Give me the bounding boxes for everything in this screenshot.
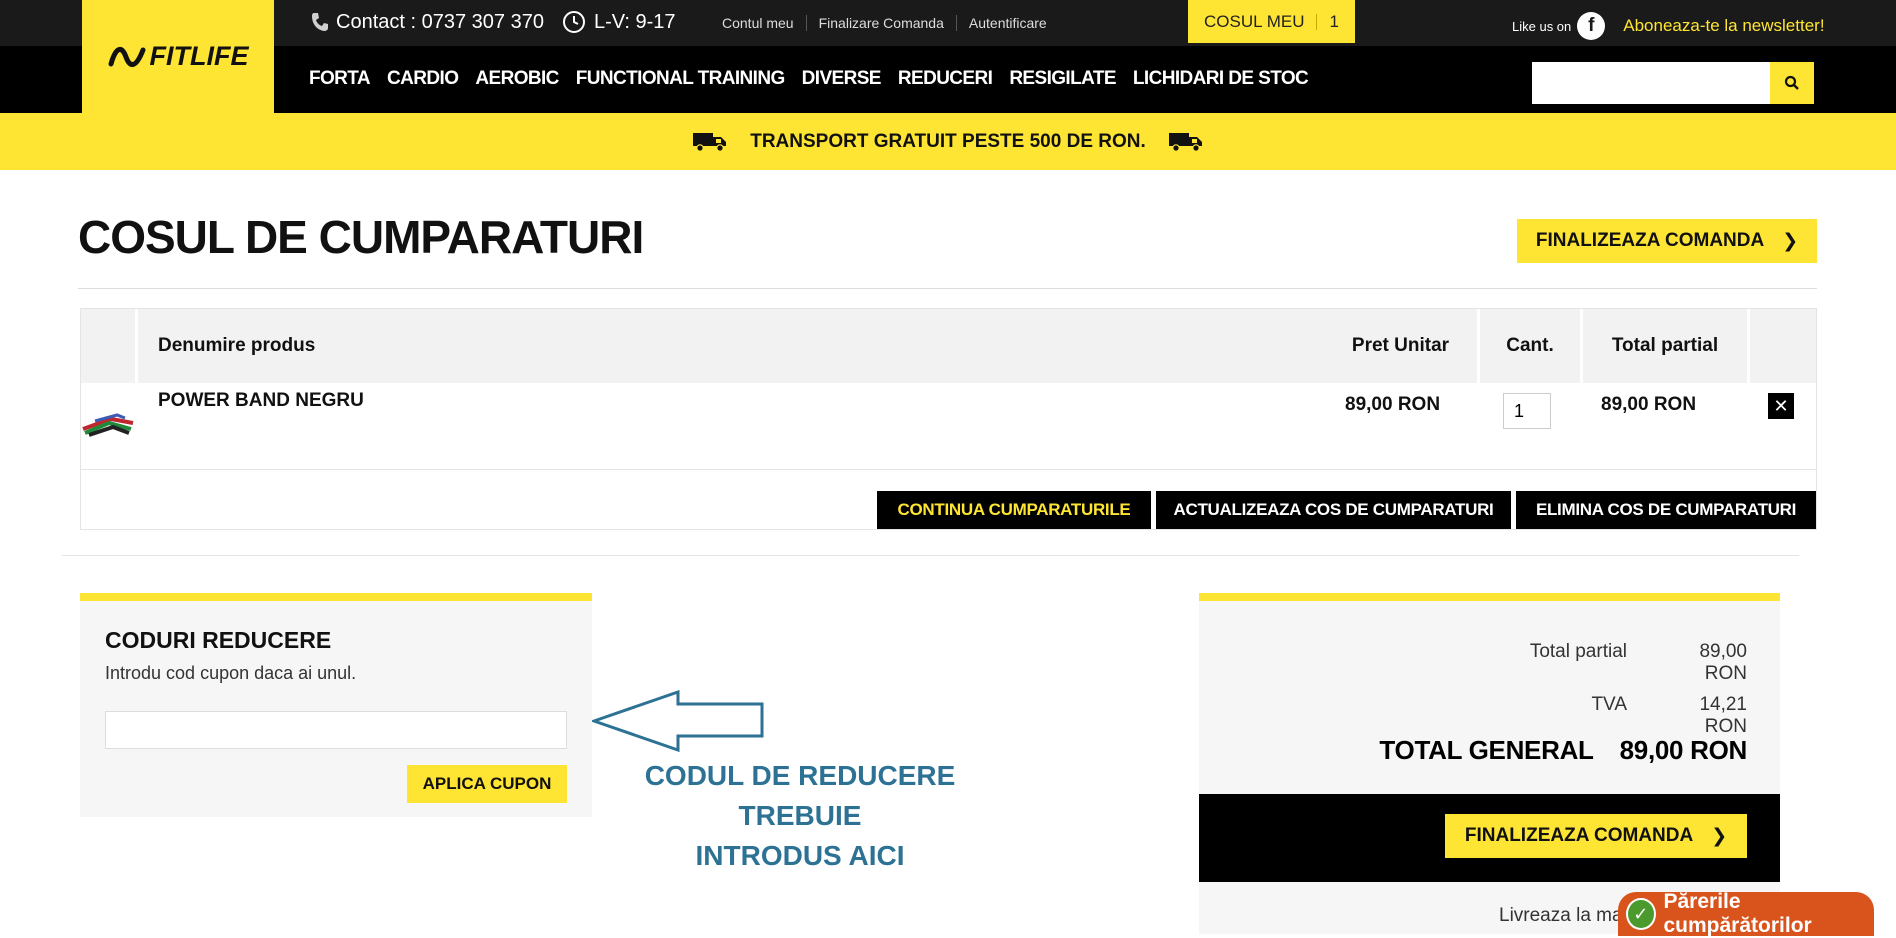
chevron-right-icon: ❯ bbox=[1782, 230, 1799, 252]
vat-label: TVA bbox=[1591, 694, 1627, 715]
brand-name: FITLIFE bbox=[149, 41, 249, 71]
link-checkout[interactable]: Finalizare Comanda bbox=[807, 15, 957, 31]
page-title: COSUL DE CUMPARATURI bbox=[78, 211, 644, 263]
reviews-label: Părerile cumpărătorilor bbox=[1663, 890, 1812, 937]
apply-coupon-button[interactable]: APLICA CUPON bbox=[407, 765, 567, 803]
link-my-account[interactable]: Contul meu bbox=[722, 15, 807, 31]
finalize-bottom-label: FINALIZEAZA COMANDA bbox=[1464, 825, 1694, 846]
contact-phone: Contact : 0737 307 370 bbox=[336, 10, 544, 33]
annotation-line-2: INTRODUS AICI bbox=[695, 840, 905, 871]
annotation-line-1: CODUL DE REDUCERE TREBUIE bbox=[644, 760, 956, 831]
contact-info: Contact : 0737 307 370 L-V: 9-17 bbox=[310, 10, 675, 34]
grand-total-value: 89,00 RON bbox=[1619, 735, 1748, 765]
grand-total-row: TOTAL GENERAL 89,00 RON bbox=[1379, 735, 1747, 766]
search-button[interactable] bbox=[1770, 62, 1814, 104]
header-cell-qty: Cant. bbox=[1480, 309, 1580, 383]
coupon-title: CODURI REDUCERE bbox=[105, 627, 332, 653]
cart-count: 1 bbox=[1329, 11, 1339, 31]
product-name[interactable]: POWER BAND NEGRU bbox=[158, 390, 364, 412]
product-subtotal: 89,00 RON bbox=[1601, 394, 1697, 415]
header-cell-product: Denumire produs bbox=[138, 309, 1325, 383]
delivery-text: Livreaza la ma bbox=[1499, 905, 1623, 926]
cart-label: COSUL MEU bbox=[1204, 11, 1305, 31]
vat-row: TVA 14,21 RON bbox=[1591, 694, 1747, 738]
search-input[interactable] bbox=[1532, 62, 1770, 104]
menu-item-diverse[interactable]: DIVERSE bbox=[802, 68, 882, 90]
annotation-arrow-icon bbox=[592, 690, 764, 753]
newsletter-link[interactable]: Aboneaza-te la newsletter! bbox=[1623, 16, 1824, 36]
col-header-subtotal: Total partial bbox=[1611, 335, 1719, 356]
product-price: 89,00 RON bbox=[1345, 394, 1441, 415]
trusted-shop-badge-icon: ✓ bbox=[1626, 898, 1656, 930]
product-thumbnail[interactable] bbox=[81, 409, 135, 439]
opening-hours: L-V: 9-17 bbox=[593, 10, 676, 33]
finalize-order-button-bottom[interactable]: FINALIZEAZA COMANDA ❯ bbox=[1445, 814, 1747, 858]
row-divider bbox=[81, 469, 1816, 470]
free-shipping-text: TRANSPORT GRATUIT PESTE 500 DE RON. bbox=[750, 130, 1146, 152]
update-cart-button[interactable]: ACTUALIZEAZA COS DE CUMPARATURI bbox=[1156, 491, 1511, 529]
clear-cart-label: ELIMINA COS DE CUMPARATURI bbox=[1535, 500, 1797, 519]
col-header-price: Pret Unitar bbox=[1351, 335, 1450, 356]
coupon-code-input[interactable] bbox=[105, 711, 567, 749]
continue-shopping-button[interactable]: CONTINUA CUMPARATURILE bbox=[877, 491, 1151, 529]
menu-item-resigilate[interactable]: RESIGILATE bbox=[1009, 68, 1116, 90]
menu-item-lichidari[interactable]: LICHIDARI DE STOC bbox=[1133, 68, 1309, 90]
menu-item-functional-training[interactable]: FUNCTIONAL TRAINING bbox=[576, 68, 785, 90]
cart-table: Denumire produs Pret Unitar Cant. Total … bbox=[80, 308, 1817, 530]
social-follow: Like us on f Aboneaza-te la newsletter! bbox=[1512, 12, 1825, 40]
link-login[interactable]: Autentificare bbox=[957, 15, 1059, 31]
subtotal-value: 89,00 RON bbox=[1699, 641, 1747, 684]
facebook-icon[interactable]: f bbox=[1577, 12, 1606, 40]
apply-coupon-label: APLICA CUPON bbox=[422, 774, 552, 793]
truck-icon-right bbox=[1168, 130, 1204, 154]
like-us-text: Like us on bbox=[1512, 18, 1572, 34]
category-menu: FORTA CARDIO AEROBIC FUNCTIONAL TRAINING… bbox=[309, 68, 1309, 90]
order-totals-panel: Total partial 89,00 RON TVA 14,21 RON TO… bbox=[1199, 593, 1780, 934]
continue-shopping-label: CONTINUA CUMPARATURILE bbox=[897, 500, 1131, 519]
vat-value: 14,21 RON bbox=[1699, 694, 1747, 737]
clear-cart-button[interactable]: ELIMINA COS DE CUMPARATURI bbox=[1516, 491, 1816, 529]
header-cell-remove bbox=[1750, 309, 1816, 383]
mini-cart-button[interactable]: COSUL MEU 1 bbox=[1188, 0, 1355, 43]
finalize-order-button-top[interactable]: FINALIZEAZA COMANDA ❯ bbox=[1517, 219, 1817, 263]
finalize-label: FINALIZEAZA COMANDA bbox=[1535, 230, 1765, 251]
chevron-right-icon: ❯ bbox=[1711, 825, 1728, 847]
account-links: Contul meu Finalizare Comanda Autentific… bbox=[722, 15, 1059, 31]
phone-icon bbox=[312, 13, 328, 31]
truck-icon-left bbox=[692, 130, 728, 154]
header-cell-subtotal: Total partial bbox=[1583, 309, 1747, 383]
title-divider bbox=[78, 288, 1817, 289]
subtotal-row: Total partial 89,00 RON bbox=[1530, 641, 1747, 685]
clock-icon bbox=[562, 11, 585, 33]
grand-total-label: TOTAL GENERAL bbox=[1379, 735, 1594, 765]
site-logo[interactable]: FITLIFE bbox=[82, 0, 274, 113]
logo-mark-icon bbox=[108, 46, 145, 67]
col-header-product: Denumire produs bbox=[158, 335, 316, 356]
customer-reviews-widget[interactable]: ✓ Părerile cumpărătorilor bbox=[1618, 890, 1874, 937]
free-shipping-banner: TRANSPORT GRATUIT PESTE 500 DE RON. bbox=[0, 113, 1896, 170]
close-icon: ✕ bbox=[1773, 395, 1789, 416]
search-icon bbox=[1784, 75, 1799, 90]
cart-separator bbox=[1316, 13, 1318, 30]
checkout-action-bar: FINALIZEAZA COMANDA ❯ bbox=[1199, 794, 1780, 882]
remove-item-button[interactable]: ✕ bbox=[1768, 393, 1794, 419]
update-cart-label: ACTUALIZEAZA COS DE CUMPARATURI bbox=[1173, 500, 1494, 519]
coupon-hint: Introdu cod cupon daca ai unul. bbox=[105, 663, 357, 683]
menu-item-aerobic[interactable]: AEROBIC bbox=[475, 68, 559, 90]
annotation-text: CODUL DE REDUCERE TREBUIE INTRODUS AICI bbox=[590, 756, 1010, 876]
menu-item-reduceri[interactable]: REDUCERI bbox=[898, 68, 993, 90]
header-cell-image bbox=[81, 309, 135, 383]
menu-item-cardio[interactable]: CARDIO bbox=[387, 68, 459, 90]
header-cell-price: Pret Unitar bbox=[1324, 309, 1477, 383]
coupon-panel: CODURI REDUCERE Introdu cod cupon daca a… bbox=[80, 593, 592, 817]
subtotal-label: Total partial bbox=[1529, 641, 1627, 662]
quantity-input[interactable] bbox=[1503, 393, 1551, 429]
section-divider bbox=[62, 555, 1799, 556]
col-header-qty: Cant. bbox=[1506, 335, 1554, 356]
menu-item-forta[interactable]: FORTA bbox=[309, 68, 371, 90]
